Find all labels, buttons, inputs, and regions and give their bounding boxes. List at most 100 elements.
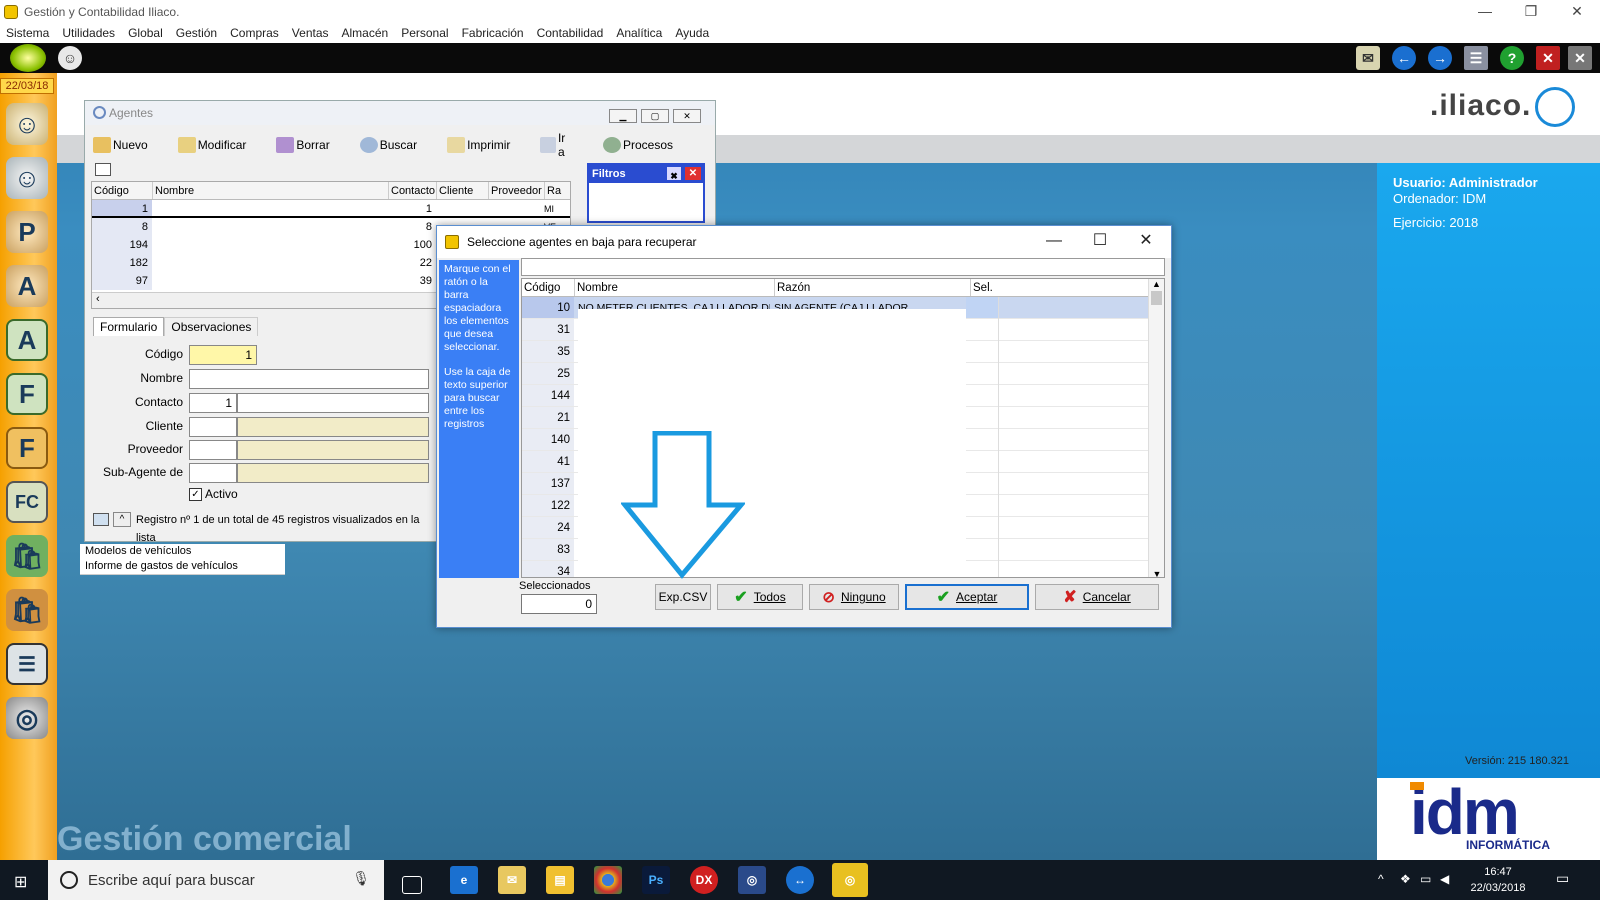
col-nombre[interactable]: Nombre	[152, 182, 388, 199]
contacto-field[interactable]: 1	[189, 393, 237, 413]
people-group-icon[interactable]: ☺	[6, 103, 48, 145]
col-contacto[interactable]: Contacto	[388, 182, 436, 199]
vertical-scrollbar[interactable]: ▲ ▼	[1148, 279, 1164, 577]
teamviewer-icon[interactable]: ↔	[786, 866, 814, 894]
scroll-up-icon[interactable]: ▲	[1149, 279, 1164, 289]
dropbox-icon[interactable]: ❖	[1400, 872, 1411, 886]
cd-icon[interactable]: ◎	[6, 697, 48, 739]
codigo-field[interactable]: 1	[189, 345, 257, 365]
col-proveedor[interactable]: Proveedor	[488, 182, 544, 199]
agentes-minimize-button[interactable]: ▁	[609, 109, 637, 123]
cancelar-button[interactable]: ✘ Cancelar	[1035, 584, 1159, 610]
menu-fabricacion[interactable]: Fabricación	[462, 26, 524, 40]
doc-f-icon[interactable]: F	[6, 373, 48, 415]
iliaco-app-icon[interactable]: ◎	[738, 866, 766, 894]
menu-ventas[interactable]: Ventas	[292, 26, 329, 40]
microphone-icon[interactable]: 🎙	[352, 870, 370, 887]
scroll-down-icon[interactable]: ▼	[1149, 569, 1164, 577]
pin-icon[interactable]: ✖	[667, 167, 681, 181]
close-window-icon[interactable]: ✕	[1536, 46, 1560, 70]
activo-checkbox[interactable]: ✓ Activo	[189, 487, 238, 501]
export-csv-button[interactable]: Exp.CSV	[655, 584, 711, 610]
scroll-thumb[interactable]	[1151, 291, 1162, 305]
minimize-button[interactable]: —	[1462, 0, 1508, 23]
collapse-up-icon[interactable]: ^	[113, 512, 131, 527]
mail-icon[interactable]: ✉	[1356, 46, 1380, 70]
col-cliente[interactable]: Cliente	[436, 182, 488, 199]
list-col-nombre[interactable]: Nombre	[574, 279, 774, 296]
table-row[interactable]: 1 1 MI	[92, 200, 570, 218]
aceptar-button[interactable]: ✔ Aceptar	[905, 584, 1029, 610]
doc-fc-icon[interactable]: FC	[6, 481, 48, 523]
status-window-icon[interactable]	[93, 513, 109, 526]
menu-gestion[interactable]: Gestión	[176, 26, 217, 40]
file-explorer-icon[interactable]: ▤	[546, 866, 574, 894]
menu-contabilidad[interactable]: Contabilidad	[537, 26, 604, 40]
taskbar-search-input[interactable]: Escribe aquí para buscar 🎙	[48, 860, 384, 900]
imprimir-button[interactable]: Imprimir	[447, 137, 510, 153]
col-razon[interactable]: Ra	[544, 182, 561, 199]
menu-sistema[interactable]: Sistema	[6, 26, 49, 40]
help-icon[interactable]: ?	[1500, 46, 1524, 70]
agentes-baja-list[interactable]: Código Nombre Razón Sel. 10 NO METER CLI…	[521, 278, 1165, 578]
close-button[interactable]: ✕	[1554, 0, 1600, 23]
subagente-field[interactable]	[189, 463, 237, 483]
restore-button[interactable]: ❐	[1508, 0, 1554, 23]
dialog-maximize-button[interactable]: ☐	[1077, 226, 1123, 256]
modificar-button[interactable]: Modificar	[177, 137, 246, 153]
list-col-razon[interactable]: Razón	[774, 279, 970, 296]
back-arrow-icon[interactable]: ←	[1392, 46, 1416, 70]
ninguno-button[interactable]: ⊘ Ninguno	[809, 584, 899, 610]
edge-icon[interactable]: e	[450, 866, 478, 894]
dialog-close-button[interactable]: ✕	[1123, 226, 1169, 256]
mail-app-icon[interactable]: ✉	[498, 866, 526, 894]
person-p-icon[interactable]: P	[6, 211, 48, 253]
dialog-minimize-button[interactable]: —	[1031, 226, 1077, 256]
home-orb-icon[interactable]	[10, 44, 46, 72]
grid-options-icon[interactable]	[95, 163, 111, 176]
person-a-icon[interactable]: A	[6, 265, 48, 307]
forward-arrow-icon[interactable]: →	[1428, 46, 1452, 70]
menu-utilidades[interactable]: Utilidades	[62, 26, 115, 40]
chrome-icon[interactable]	[594, 866, 622, 894]
user-icon[interactable]: ☺	[58, 46, 82, 70]
nombre-field[interactable]	[189, 369, 429, 389]
nuevo-button[interactable]: Nuevo	[93, 137, 148, 153]
ir-a-button[interactable]: Ir a	[540, 131, 573, 159]
network-icon[interactable]: ▭	[1420, 872, 1431, 886]
menu-global[interactable]: Global	[128, 26, 163, 40]
photoshop-icon[interactable]: Ps	[642, 866, 670, 894]
menu-personal[interactable]: Personal	[401, 26, 448, 40]
col-codigo[interactable]: Código	[92, 182, 152, 199]
agentes-maximize-button[interactable]: ▢	[641, 109, 669, 123]
filtros-close-icon[interactable]: ✕	[685, 167, 701, 180]
close-all-icon[interactable]: ✕	[1568, 46, 1592, 70]
menu-almacen[interactable]: Almacén	[342, 26, 389, 40]
list-col-sel[interactable]: Sel.	[970, 279, 1002, 296]
cliente-field[interactable]	[189, 417, 237, 437]
taskbar-clock[interactable]: 16:47 22/03/2018	[1468, 864, 1528, 896]
dialog-search-input[interactable]	[521, 258, 1165, 276]
windows-list-icon[interactable]: ☰	[1464, 46, 1488, 70]
doc-a-icon[interactable]: A	[6, 319, 48, 361]
submenu-modelos-vehiculos[interactable]: Modelos de vehículos	[80, 544, 285, 560]
shopping-bag-green-icon[interactable]: 🛍	[6, 535, 48, 577]
report-list-icon[interactable]: ☰	[6, 643, 48, 685]
todos-button[interactable]: ✔ Todos	[717, 584, 803, 610]
menu-compras[interactable]: Compras	[230, 26, 279, 40]
person-icon[interactable]: ☺	[6, 157, 48, 199]
menu-ayuda[interactable]: Ayuda	[675, 26, 709, 40]
doc-f-orange-icon[interactable]: F	[6, 427, 48, 469]
tray-chevron-icon[interactable]: ^	[1378, 872, 1384, 886]
submenu-informe-gastos[interactable]: Informe de gastos de vehículos	[80, 559, 285, 575]
proveedor-field[interactable]	[189, 440, 237, 460]
shopping-bag-orange-icon[interactable]: 🛍	[6, 589, 48, 631]
windows-start-icon[interactable]: ⊞	[14, 872, 27, 892]
menu-analitica[interactable]: Analítica	[616, 26, 662, 40]
borrar-button[interactable]: Borrar	[276, 137, 330, 153]
gestion-app-icon[interactable]: ◎	[832, 863, 868, 897]
task-view-icon[interactable]	[402, 876, 422, 894]
list-col-codigo[interactable]: Código	[522, 279, 574, 296]
buscar-button[interactable]: Buscar	[359, 137, 417, 153]
notification-icon[interactable]: ▭	[1556, 870, 1569, 887]
